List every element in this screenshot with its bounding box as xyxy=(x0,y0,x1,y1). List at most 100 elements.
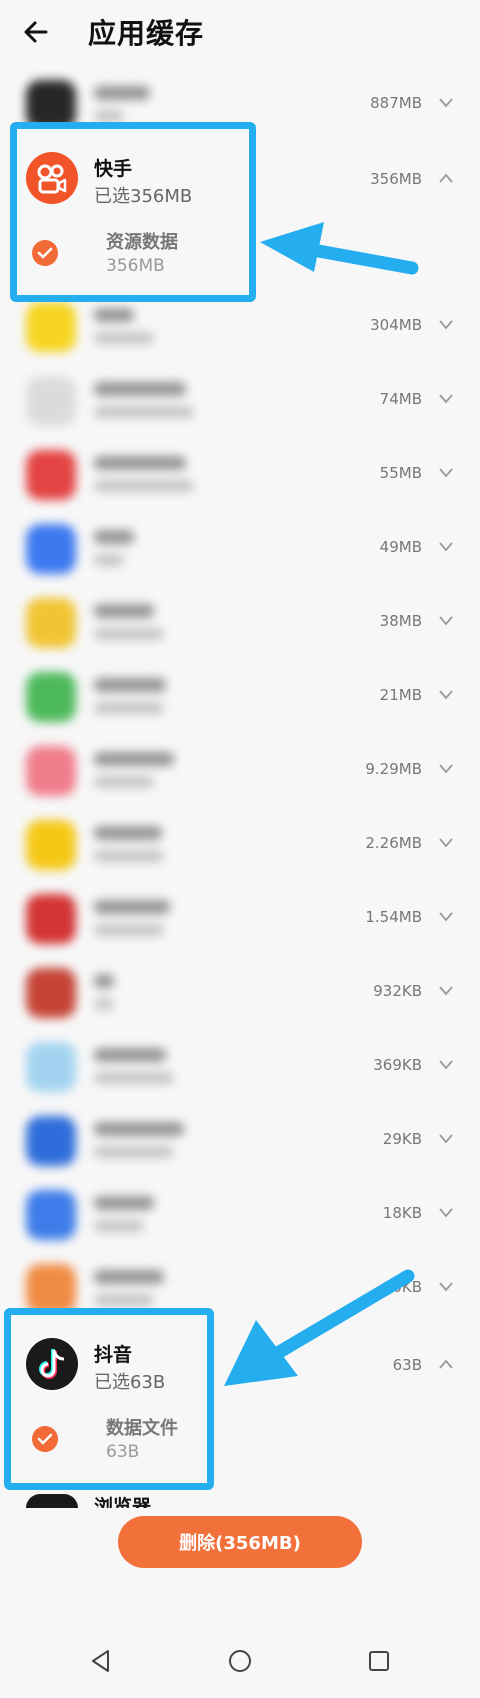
app-name-blurred xyxy=(94,826,162,840)
app-row[interactable]: 21MB xyxy=(0,660,480,734)
app-cache-size: 38MB xyxy=(379,612,422,630)
app-cache-size: 55MB xyxy=(379,464,422,482)
check-icon[interactable] xyxy=(32,240,58,266)
app-row[interactable]: 29KB xyxy=(0,1104,480,1178)
app-icon xyxy=(26,524,76,574)
app-row[interactable]: 9.29MB xyxy=(0,734,480,808)
app-name-blurred xyxy=(94,974,114,988)
app-name: 浏览器 xyxy=(94,1496,152,1508)
sub-item-size: 63B xyxy=(106,1442,140,1462)
app-row[interactable]: 55MB xyxy=(0,438,480,512)
app-sub-blurred xyxy=(94,998,114,1010)
app-name-blurred xyxy=(94,1122,184,1136)
check-icon[interactable] xyxy=(32,1426,58,1452)
chevron-down-icon[interactable] xyxy=(438,984,454,996)
douyin-app-icon xyxy=(26,1338,78,1390)
app-cache-size: 18KB xyxy=(382,1204,422,1222)
app-name-blurred xyxy=(94,1270,164,1284)
app-sub-blurred xyxy=(94,924,164,936)
sub-item-title: 资源数据 xyxy=(106,232,178,253)
chevron-down-icon[interactable] xyxy=(438,762,454,774)
app-icon xyxy=(26,1264,76,1314)
app-sub-blurred xyxy=(94,1146,174,1158)
chevron-down-icon[interactable] xyxy=(438,96,454,108)
app-row[interactable]: 932KB xyxy=(0,956,480,1030)
sub-item-title: 数据文件 xyxy=(106,1418,178,1439)
app-name: 快手 xyxy=(94,158,133,180)
sub-item-size: 356MB xyxy=(106,256,165,276)
app-row[interactable]: 38MB xyxy=(0,586,480,660)
app-row[interactable]: 2.26MB xyxy=(0,808,480,882)
annotation-arrow-icon xyxy=(260,222,419,275)
app-name-blurred xyxy=(94,456,186,470)
chevron-down-icon[interactable] xyxy=(438,688,454,700)
app-icon xyxy=(26,1190,76,1240)
app-sub-blurred xyxy=(94,554,124,566)
app-row[interactable]: 74MB xyxy=(0,364,480,438)
delete-button[interactable]: 删除(356MB) xyxy=(118,1516,362,1568)
app-sub-blurred xyxy=(94,332,154,344)
annotation-arrow-icon xyxy=(224,1269,415,1386)
app-icon xyxy=(26,968,76,1018)
circle-home-icon[interactable] xyxy=(225,1646,255,1676)
app-name-blurred xyxy=(94,752,174,766)
app-cache-size: 304MB xyxy=(370,316,422,334)
chevron-down-icon[interactable] xyxy=(438,392,454,404)
app-cache-size: 356MB xyxy=(370,170,422,188)
app-row[interactable]: 1.54MB xyxy=(0,882,480,956)
chevron-down-icon[interactable] xyxy=(438,466,454,478)
app-selected-size: 已选356MB xyxy=(94,186,193,207)
app-icon xyxy=(26,450,76,500)
triangle-back-icon[interactable] xyxy=(86,1646,116,1676)
app-sub-blurred xyxy=(94,480,194,492)
app-sub-blurred xyxy=(94,1220,144,1232)
app-icon xyxy=(26,1042,76,1092)
app-cache-size: 932KB xyxy=(373,982,422,1000)
app-name-blurred xyxy=(94,604,154,618)
square-recent-icon[interactable] xyxy=(364,1646,394,1676)
app-selected-size: 已选63B xyxy=(94,1372,166,1393)
app-name-blurred xyxy=(94,678,166,692)
app-icon xyxy=(26,302,76,352)
app-cache-size: 74MB xyxy=(379,390,422,408)
app-icon xyxy=(26,820,76,870)
app-name: 抖音 xyxy=(94,1344,133,1366)
app-icon xyxy=(26,598,76,648)
app-name-blurred xyxy=(94,308,134,322)
back-arrow-icon[interactable] xyxy=(20,16,52,48)
app-icon xyxy=(26,672,76,722)
app-name-blurred xyxy=(94,1048,166,1062)
app-sub-blurred xyxy=(94,850,164,862)
app-row[interactable]: 18KB xyxy=(0,1178,480,1252)
kuaishou-app-icon xyxy=(26,152,78,204)
chevron-down-icon[interactable] xyxy=(438,1280,454,1292)
app-cache-size: 887MB xyxy=(370,94,422,112)
chevron-down-icon[interactable] xyxy=(438,540,454,552)
app-cache-size: 9.29MB xyxy=(365,760,422,778)
chevron-up-icon[interactable] xyxy=(438,1358,454,1370)
app-row[interactable]: 49MB xyxy=(0,512,480,586)
chevron-down-icon[interactable] xyxy=(438,614,454,626)
browser-app-icon xyxy=(26,1494,78,1508)
chevron-down-icon[interactable] xyxy=(438,836,454,848)
chevron-down-icon[interactable] xyxy=(438,910,454,922)
app-sub-blurred xyxy=(94,110,124,122)
chevron-down-icon[interactable] xyxy=(438,318,454,330)
app-cache-size: 1.54MB xyxy=(365,908,422,926)
chevron-down-icon[interactable] xyxy=(438,1132,454,1144)
app-icon xyxy=(26,746,76,796)
chevron-up-icon[interactable] xyxy=(438,172,454,184)
app-name-blurred xyxy=(94,86,150,100)
system-nav-bar xyxy=(0,1628,480,1698)
app-icon xyxy=(26,894,76,944)
app-cache-size: 369KB xyxy=(373,1056,422,1074)
app-icon xyxy=(26,1116,76,1166)
app-name-blurred xyxy=(94,1196,154,1210)
highlight-box-douyin xyxy=(4,1308,214,1490)
app-cache-size: 29KB xyxy=(382,1130,422,1148)
app-cache-size: 2.26MB xyxy=(365,834,422,852)
app-row[interactable]: 369KB xyxy=(0,1030,480,1104)
chevron-down-icon[interactable] xyxy=(438,1058,454,1070)
app-sub-blurred xyxy=(94,628,164,640)
chevron-down-icon[interactable] xyxy=(438,1206,454,1218)
